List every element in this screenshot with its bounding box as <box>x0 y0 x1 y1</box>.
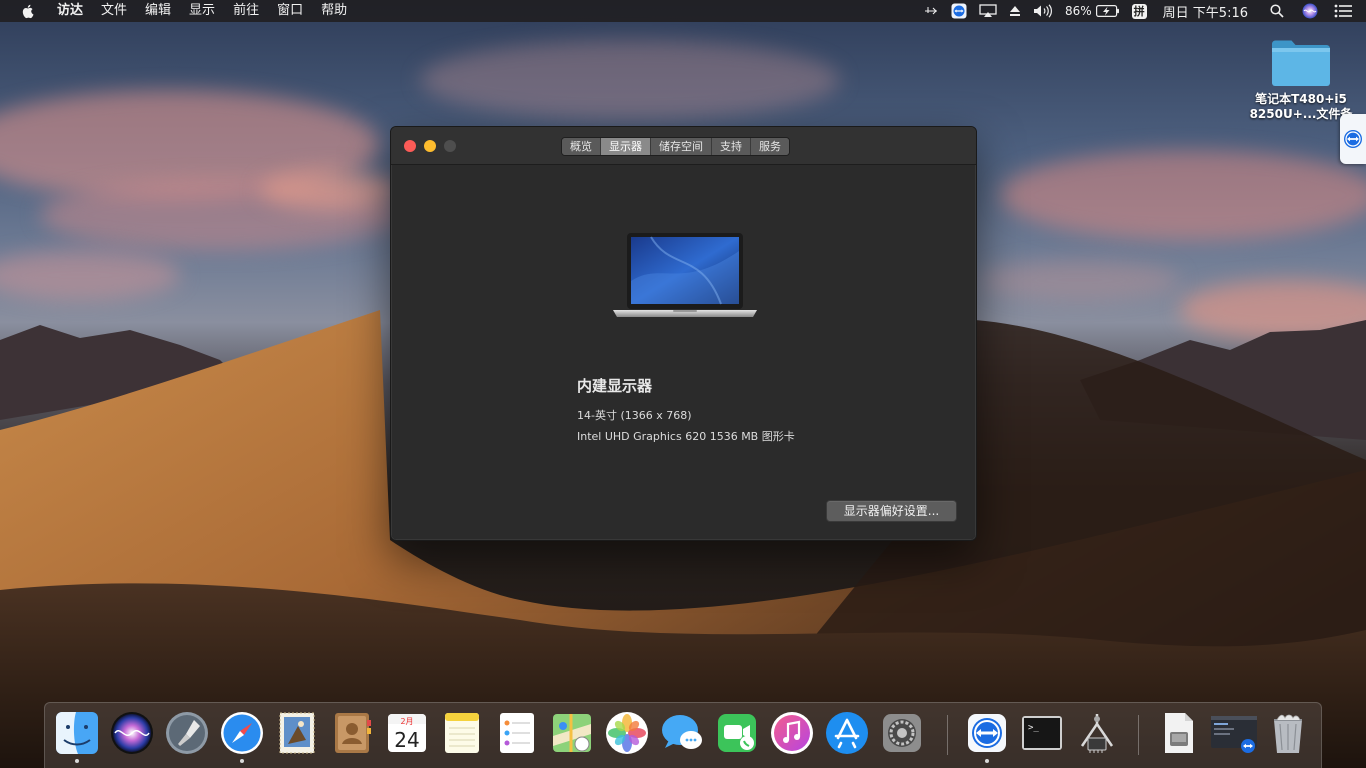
display-size: 14-英寸 (1366 x 768) <box>577 409 692 422</box>
siri-icon[interactable] <box>1294 0 1326 22</box>
apple-logo-icon[interactable] <box>20 3 36 19</box>
menu-help[interactable]: 帮助 <box>312 0 356 22</box>
teamviewer-side-tab[interactable] <box>1340 114 1366 164</box>
calendar-icon[interactable]: 2月 24 <box>384 710 430 756</box>
terminal-prompt: >_ <box>1028 723 1039 733</box>
display-name: 内建显示器 <box>577 377 653 395</box>
close-button[interactable] <box>404 140 416 152</box>
system-info-icon[interactable] <box>1074 710 1120 756</box>
siri-icon[interactable] <box>109 710 155 756</box>
airplay-icon[interactable] <box>973 0 1003 22</box>
menu-window[interactable]: 窗口 <box>268 0 312 22</box>
desktop-folder[interactable]: 笔记本T480+i5 8250U+...文件备 <box>1240 38 1362 122</box>
menu-finder[interactable]: 访达 <box>48 0 92 22</box>
finder-icon[interactable] <box>54 710 100 763</box>
teamviewer-icon <box>1344 130 1362 148</box>
photos-icon[interactable] <box>604 710 650 756</box>
system-preferences-icon[interactable] <box>879 710 925 756</box>
menu-view[interactable]: 显示 <box>180 0 224 22</box>
itunes-icon[interactable] <box>769 710 815 756</box>
usb-status-icon[interactable] <box>917 0 945 22</box>
volume-icon[interactable] <box>1027 0 1059 22</box>
screenshot-window-icon[interactable] <box>1210 710 1258 756</box>
contacts-icon[interactable] <box>329 710 375 756</box>
window-titlebar[interactable]: 概览 显示器 储存空间 支持 服务 <box>391 127 976 165</box>
folder-label-line1: 笔记本T480+i5 <box>1255 92 1347 106</box>
battery-charging-icon[interactable] <box>1094 0 1126 22</box>
about-this-mac-window: 概览 显示器 储存空间 支持 服务 内建显示器 14-英寸 (1366 x 76… <box>390 126 977 541</box>
battery-percent[interactable]: 86% <box>1059 0 1094 22</box>
clock[interactable]: 周日 下午5:16 <box>1153 0 1260 22</box>
facetime-icon[interactable] <box>714 710 760 756</box>
spotlight-search-icon[interactable] <box>1260 0 1294 22</box>
tab-displays[interactable]: 显示器 <box>601 138 651 155</box>
notes-icon[interactable] <box>439 710 485 756</box>
app-store-icon[interactable] <box>824 710 870 756</box>
tab-service[interactable]: 服务 <box>751 138 789 155</box>
eject-icon[interactable] <box>1003 0 1027 22</box>
input-method-icon[interactable]: 拼 <box>1126 0 1153 22</box>
menu-go[interactable]: 前往 <box>224 0 268 22</box>
reminders-icon[interactable] <box>494 710 540 756</box>
calendar-day: 24 <box>394 728 419 752</box>
notification-center-icon[interactable] <box>1326 0 1366 22</box>
teamviewer-icon[interactable] <box>964 710 1010 763</box>
mail-icon[interactable] <box>274 710 320 756</box>
folder-icon <box>1270 38 1332 88</box>
tab-support[interactable]: 支持 <box>712 138 751 155</box>
maps-icon[interactable] <box>549 710 595 756</box>
calendar-month: 2月 <box>400 717 413 726</box>
graphics-info: Intel UHD Graphics 620 1536 MB 图形卡 <box>577 430 795 443</box>
menu-bar: 访达 文件 编辑 显示 前往 窗口 帮助 86% 拼 周日 下午5:16 <box>0 0 1366 22</box>
zoom-button-disabled <box>444 140 456 152</box>
launchpad-icon[interactable] <box>164 710 210 756</box>
display-preferences-button[interactable]: 显示器偏好设置... <box>826 500 957 522</box>
tab-bar: 概览 显示器 储存空间 支持 服务 <box>561 137 790 156</box>
menu-file[interactable]: 文件 <box>92 0 136 22</box>
messages-icon[interactable] <box>659 710 705 756</box>
laptop-display-image <box>611 231 759 327</box>
minimize-button[interactable] <box>424 140 436 152</box>
tab-storage[interactable]: 储存空间 <box>651 138 712 155</box>
safari-icon[interactable] <box>219 710 265 763</box>
tab-overview[interactable]: 概览 <box>562 138 601 155</box>
preview-document-icon[interactable] <box>1155 710 1201 756</box>
teamviewer-status-icon[interactable] <box>945 0 973 22</box>
dock: 2月 24 >_ <box>44 702 1322 768</box>
trash-icon[interactable] <box>1265 710 1311 756</box>
menu-edit[interactable]: 编辑 <box>136 0 180 22</box>
terminal-icon[interactable]: >_ <box>1019 710 1065 756</box>
